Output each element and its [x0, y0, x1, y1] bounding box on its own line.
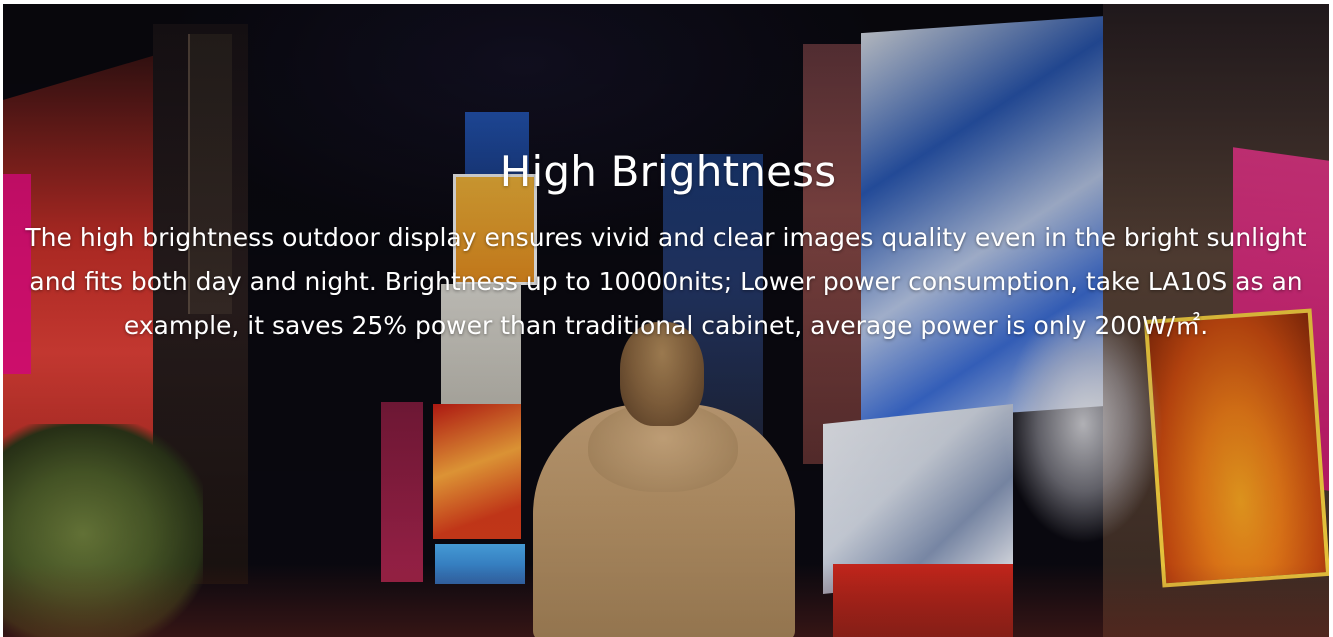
- section-title: High Brightness: [499, 147, 837, 196]
- hero-banner: High Brightness The high brightness outd…: [3, 4, 1329, 637]
- feature-text-block: High Brightness The high brightness outd…: [3, 142, 1329, 348]
- section-description: The high brightness outdoor display ensu…: [25, 223, 1307, 340]
